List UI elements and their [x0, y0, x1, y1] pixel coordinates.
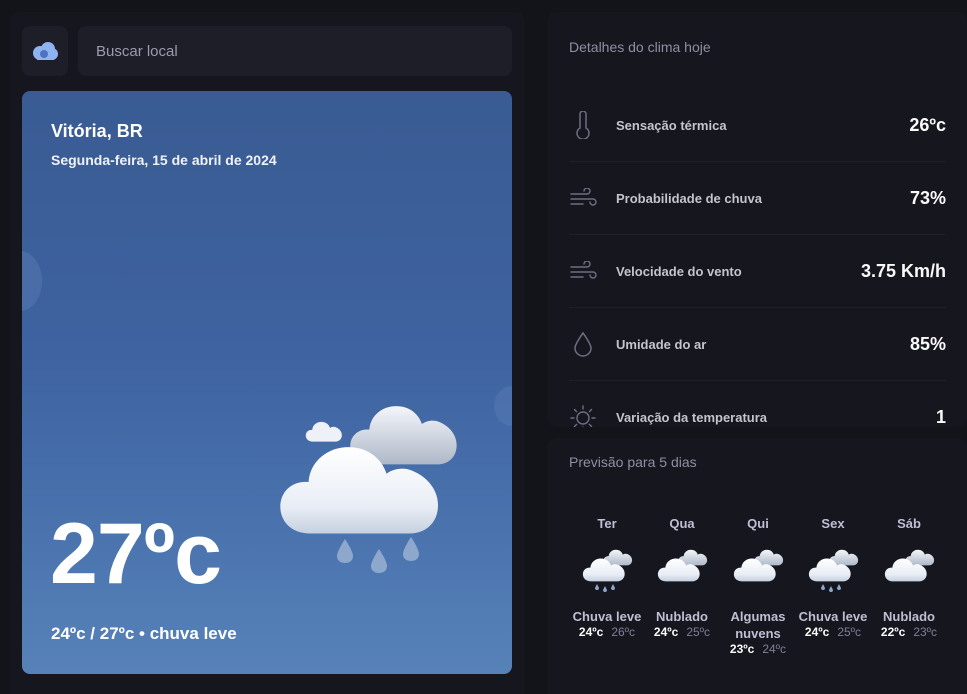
detail-row-humidity: Umidade do ar 85%: [569, 308, 946, 381]
detail-label: Sensação térmica: [616, 117, 727, 133]
thermometer-icon: [569, 111, 597, 139]
background-cloud-left: [22, 251, 42, 311]
detail-label: Umidade do ar: [616, 336, 707, 352]
detail-value: 26ºc: [909, 114, 946, 135]
forecast-panel: Previsão para 5 dias Ter Chuva leve 24ºc…: [547, 438, 967, 694]
day-min-temp: 23ºc: [913, 625, 938, 639]
current-temperature: 27ºc: [50, 506, 222, 602]
day-description: Chuva leve: [572, 609, 642, 624]
cloud-icon: [657, 549, 708, 582]
day-description: Nublado: [656, 609, 708, 624]
cloud-icon: [733, 549, 784, 582]
day-min-temp: 26ºc: [611, 625, 636, 639]
rain-cloud-icon: [280, 406, 457, 573]
day-max-temp: 24ºc: [653, 625, 679, 639]
details-title: Detalhes do clima hoje: [569, 39, 711, 55]
sun-icon: [569, 404, 597, 427]
day-name: Qui: [747, 516, 769, 531]
drop-icon: [569, 330, 597, 358]
app-logo-button[interactable]: [22, 26, 68, 76]
forecast-day: Qui Algumas nuvens 23ºc 24ºc: [721, 516, 795, 657]
day-max-temp: 24ºc: [578, 625, 604, 639]
current-weather-card: Vitória, BR Segunda-feira, 15 de abril d…: [22, 91, 512, 674]
day-name: Ter: [597, 516, 617, 531]
day-name: Sex: [821, 516, 845, 531]
day-min-temp: 25ºc: [837, 625, 862, 639]
day-description: Nublado: [883, 609, 935, 624]
detail-value: 3.75 Km/h: [860, 260, 946, 281]
detail-row-rain-probability: Probabilidade de chuva 73%: [569, 162, 946, 235]
day-min-temp: 25ºc: [686, 625, 711, 639]
city-name: Vitória, BR: [51, 121, 143, 141]
cloud-icon: [884, 549, 935, 582]
forecast-day: Sáb Nublado 22ºc 23ºc: [872, 516, 946, 640]
detail-row-wind-speed: Velocidade do vento 3.75 Km/h: [569, 235, 946, 308]
forecast-day: Qua Nublado 24ºc 25ºc: [645, 516, 719, 640]
detail-label: Variação da temperatura: [616, 410, 768, 425]
forecast-day: Sex Chuva leve 24ºc 25ºc: [796, 516, 870, 640]
search-input[interactable]: [78, 26, 512, 76]
detail-label: Velocidade do vento: [616, 263, 742, 279]
wind-icon: [569, 184, 597, 212]
wind-icon: [569, 257, 597, 285]
rain-cloud-icon: [808, 549, 859, 592]
day-max-temp: 22ºc: [880, 625, 906, 639]
day-description: Algumas nuvens: [730, 609, 786, 641]
forecast-title: Previsão para 5 dias: [569, 454, 697, 470]
day-name: Sáb: [897, 516, 921, 531]
weather-details-panel: Detalhes do clima hoje Sensação térmica …: [547, 12, 967, 427]
temperature-range-summary: 24ºc / 27ºc • chuva leve: [51, 624, 237, 643]
detail-row-feels-like: Sensação térmica 26ºc: [569, 89, 946, 162]
detail-value: 1: [935, 407, 946, 427]
day-max-temp: 24ºc: [804, 625, 830, 639]
detail-value: 73%: [909, 187, 946, 208]
forecast-day: Ter Chuva leve 24ºc 26ºc: [570, 516, 644, 640]
background-cloud-right: [494, 386, 512, 426]
rain-cloud-icon: [582, 549, 633, 592]
day-name: Qua: [669, 516, 695, 531]
day-min-temp: 24ºc: [762, 642, 787, 656]
detail-value: 85%: [909, 333, 946, 354]
current-date: Segunda-feira, 15 de abril de 2024: [51, 152, 277, 168]
detail-row-temp-variation: Variação da temperatura 1: [569, 381, 946, 427]
day-description: Chuva leve: [798, 609, 868, 624]
detail-label: Probabilidade de chuva: [616, 190, 762, 206]
day-max-temp: 23ºc: [729, 642, 755, 656]
cloud-logo-icon: [33, 42, 58, 60]
